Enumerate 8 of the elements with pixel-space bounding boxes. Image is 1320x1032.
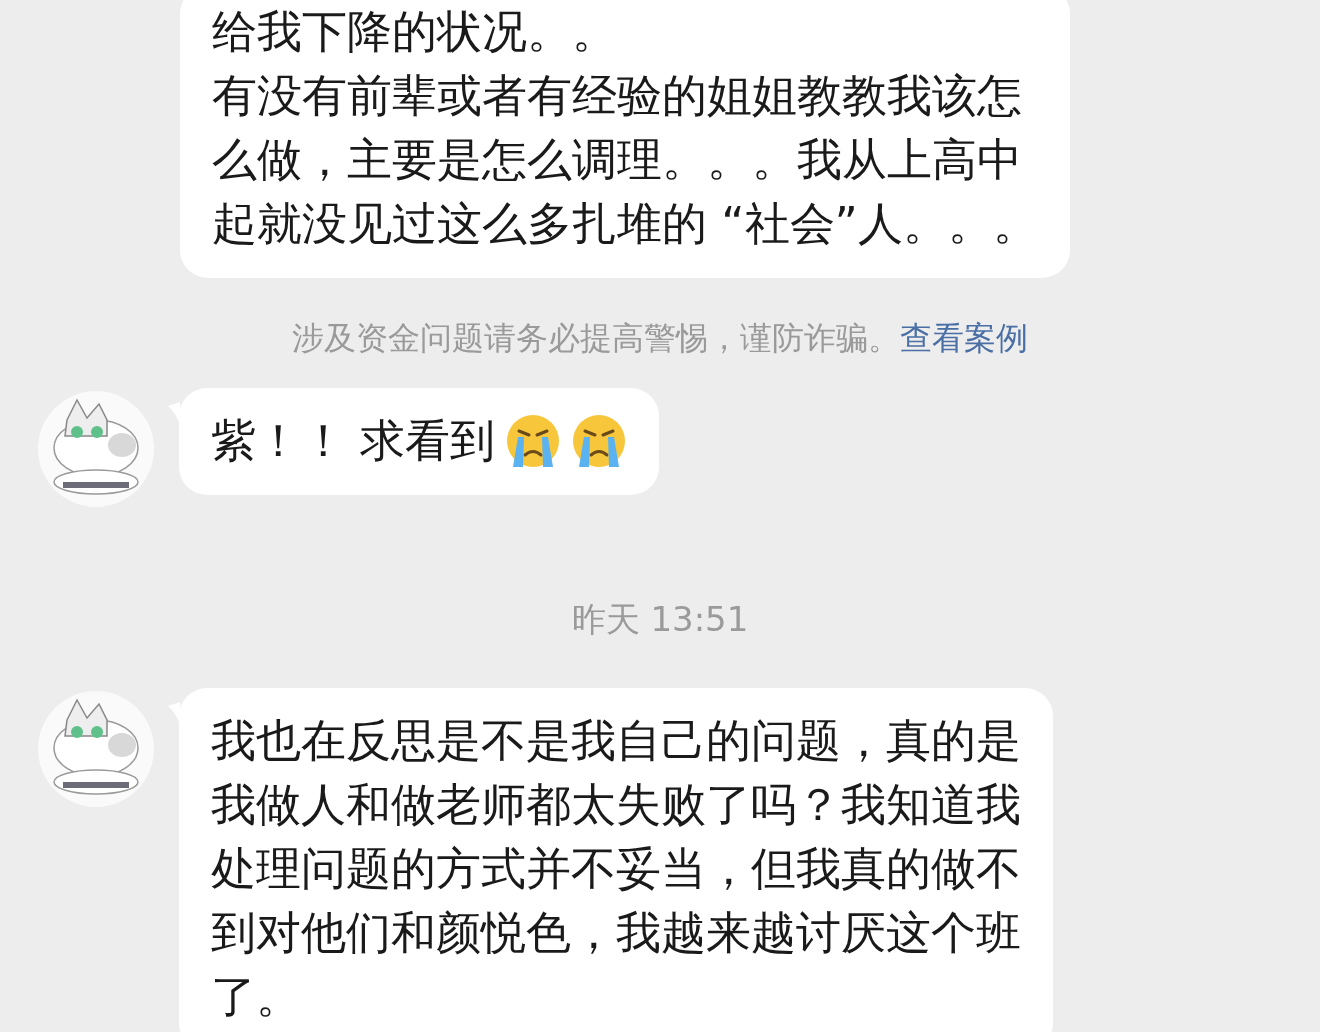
view-cases-link[interactable]: 查看案例 [900,319,1028,357]
message-text: 给我下降的状况。。 有没有前辈或者有经验的姐姐教教我该怎 么做，主要是怎么调理。。。我从上高中 起就没见过这么多扎堆的 “社会”人。。。 [212,4,1038,252]
crying-face-icon [571,413,628,469]
message-text: 我也在反思是不是我自己的问题，真的是 我做人和做老师都太失败了吗？我知道我 处理问题的方式并不妥当，但我真的做不 到对他们和颜悦色，我越来越讨厌这个班 了。 [211,713,1021,1025]
message-text: 紫！！ 求看到 [211,413,496,469]
fraud-warning-text: 涉及资金问题请务必提高警惕，谨防诈骗。查看案例 [291,318,1029,358]
timestamp: 昨天 13:51 [570,598,750,640]
crying-face-icon [505,413,562,469]
